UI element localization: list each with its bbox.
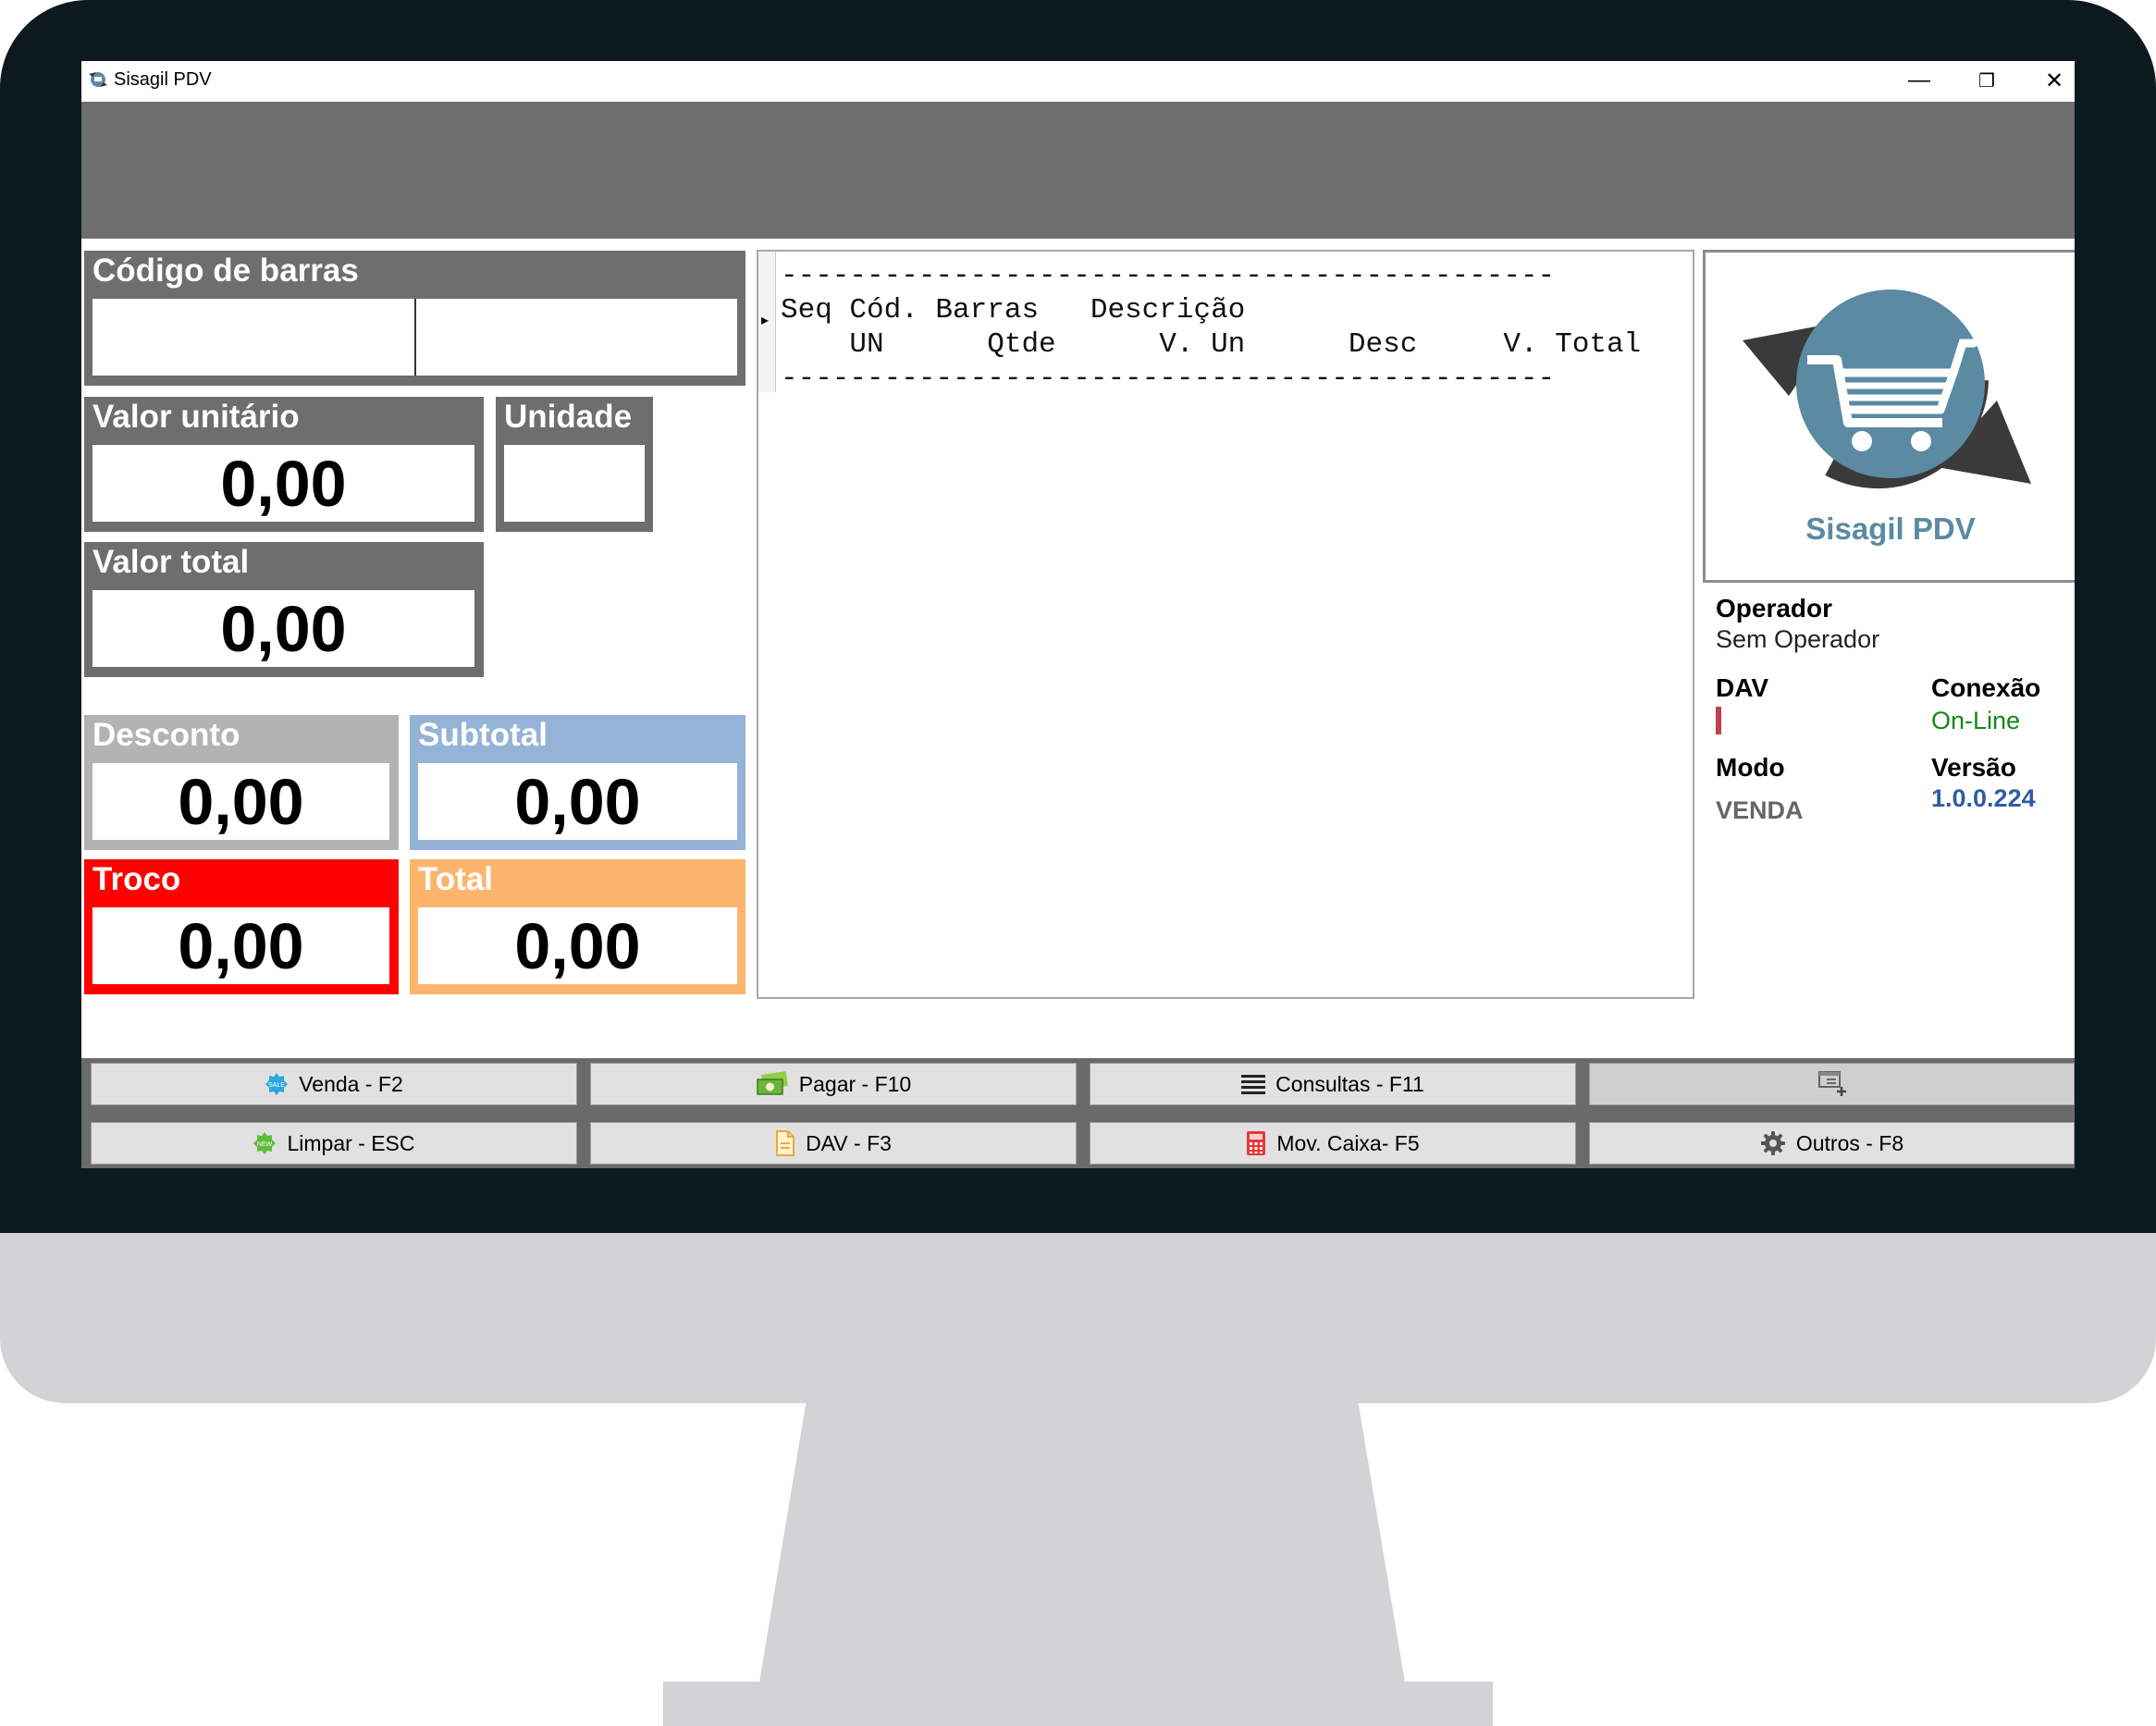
row-pointer-icon: ▸ xyxy=(761,313,770,328)
header-bar xyxy=(81,102,2075,239)
subtotal-label: Subtotal xyxy=(418,717,548,753)
sisagil-logo-icon xyxy=(89,72,107,87)
monitor-chin xyxy=(0,1233,2156,1403)
svg-text:SALE: SALE xyxy=(268,1082,285,1089)
money-icon xyxy=(756,1071,789,1097)
svg-text:NEW: NEW xyxy=(257,1141,273,1148)
sisagil-cart-logo-icon xyxy=(1743,290,2031,489)
connection-status: On-Line xyxy=(1931,707,2021,734)
document-icon xyxy=(775,1130,795,1156)
dav-label: DAV xyxy=(1716,673,1769,702)
unit-display xyxy=(504,445,645,522)
list-icon xyxy=(1241,1074,1266,1094)
gear-icon xyxy=(1760,1130,1786,1156)
dav-button-label: DAV - F3 xyxy=(806,1130,892,1155)
window-add-icon xyxy=(1816,1070,1849,1098)
mode-value: VENDA xyxy=(1716,796,1804,824)
change-display: 0,00 xyxy=(92,907,389,984)
change-label: Troco xyxy=(92,861,181,897)
monitor-stand-neck xyxy=(758,1397,1406,1688)
subtotal-display: 0,00 xyxy=(418,763,737,840)
total-display: 0,00 xyxy=(418,907,737,984)
extra-window-button[interactable] xyxy=(1589,1063,2075,1105)
new-badge-icon: NEW xyxy=(253,1131,277,1155)
queries-button[interactable]: Consultas - F11 xyxy=(1090,1063,1576,1105)
minimize-button[interactable]: — xyxy=(1891,63,1947,98)
discount-panel: Desconto 0,00 xyxy=(84,715,399,850)
sale-badge-icon: SALE xyxy=(265,1072,289,1096)
clear-button[interactable]: NEW Limpar - ESC xyxy=(91,1122,577,1165)
logo-text: Sisagil PDV xyxy=(1805,512,1976,546)
close-button[interactable]: ✕ xyxy=(2027,63,2075,98)
items-header-line-2: UN Qtde V. Un Desc V. Total xyxy=(781,328,1642,361)
restore-icon: ❐ xyxy=(1978,70,1995,92)
version-label: Versão xyxy=(1931,753,2016,782)
app-window: Sisagil PDV — ❐ ✕ Código de barras Valor… xyxy=(81,61,2075,1168)
others-button[interactable]: Outros - F8 xyxy=(1589,1122,2075,1165)
minimize-icon: — xyxy=(1908,68,1930,92)
queries-button-label: Consultas - F11 xyxy=(1275,1071,1424,1096)
calculator-icon xyxy=(1246,1130,1266,1156)
row-indicator: ▸ xyxy=(758,252,776,392)
mode-label: Modo xyxy=(1716,753,1785,782)
total-value-display: 0,00 xyxy=(92,590,474,667)
subtotal-panel: Subtotal 0,00 xyxy=(410,715,745,850)
barcode-input[interactable] xyxy=(92,299,737,376)
barcode-label: Código de barras xyxy=(92,253,359,289)
cash-movement-button-label: Mov. Caixa- F5 xyxy=(1276,1130,1420,1155)
operator-value: Sem Operador xyxy=(1716,625,1880,653)
unit-value-panel: Valor unitário 0,00 xyxy=(84,397,484,532)
items-header: ----------------------------------------… xyxy=(781,259,1641,396)
dav-indicator xyxy=(1716,707,1721,734)
sale-button[interactable]: SALE Venda - F2 xyxy=(91,1063,577,1105)
version-value: 1.0.0.224 xyxy=(1931,784,2036,812)
discount-label: Desconto xyxy=(92,717,240,753)
unit-panel: Unidade xyxy=(496,397,653,532)
total-value-panel: Valor total 0,00 xyxy=(84,542,484,677)
total-label: Total xyxy=(418,861,494,897)
items-separator-top: ----------------------------------------… xyxy=(781,260,1556,292)
pay-button-label: Pagar - F10 xyxy=(798,1071,912,1096)
function-keys-bar: SALE Venda - F2 Pagar - F10 Consultas - … xyxy=(81,1058,2075,1168)
dav-button[interactable]: DAV - F3 xyxy=(590,1122,1077,1165)
operator-label: Operador xyxy=(1716,594,1833,623)
maximize-button[interactable]: ❐ xyxy=(1959,63,2014,98)
pay-button[interactable]: Pagar - F10 xyxy=(590,1063,1077,1105)
window-title: Sisagil PDV xyxy=(114,69,212,90)
items-list[interactable]: ▸ --------------------------------------… xyxy=(757,250,1694,999)
total-value-label: Valor total xyxy=(92,544,250,580)
discount-display: 0,00 xyxy=(92,763,389,840)
clear-button-label: Limpar - ESC xyxy=(287,1130,415,1155)
items-header-line-1: Seq Cód. Barras Descrição xyxy=(781,294,1246,327)
close-icon: ✕ xyxy=(2044,68,2064,93)
logo-box: Sisagil PDV xyxy=(1703,250,2075,583)
total-panel: Total 0,00 xyxy=(410,859,745,994)
unit-value-display: 0,00 xyxy=(92,445,474,522)
monitor-stand-base xyxy=(663,1682,1493,1726)
items-separator-bottom: ----------------------------------------… xyxy=(781,363,1556,395)
cash-movement-button[interactable]: Mov. Caixa- F5 xyxy=(1090,1122,1576,1165)
sale-button-label: Venda - F2 xyxy=(299,1071,403,1096)
others-button-label: Outros - F8 xyxy=(1795,1130,1904,1155)
unit-value-label: Valor unitário xyxy=(92,399,300,435)
unit-label: Unidade xyxy=(504,399,633,435)
change-panel: Troco 0,00 xyxy=(84,859,399,994)
title-bar: Sisagil PDV — ❐ ✕ xyxy=(81,61,2075,100)
barcode-panel: Código de barras xyxy=(84,251,745,386)
text-cursor xyxy=(414,299,416,376)
connection-label: Conexão xyxy=(1931,673,2041,702)
